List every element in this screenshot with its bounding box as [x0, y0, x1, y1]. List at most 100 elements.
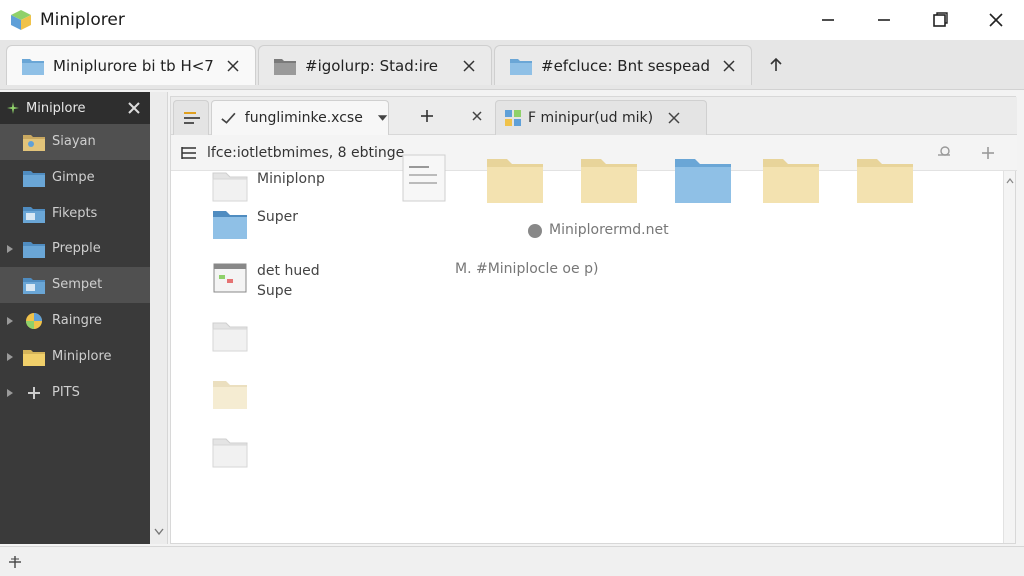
tab-3-close-button[interactable] — [715, 52, 743, 80]
folder-white-icon — [211, 319, 249, 353]
chevron-right-icon[interactable] — [6, 352, 14, 362]
view-summary: lfce:iotletbmimes, 8 ebtinge — [207, 145, 405, 161]
chevron-right-icon[interactable] — [6, 388, 14, 398]
folder-yellow-icon[interactable] — [855, 153, 915, 205]
folder-gray-icon — [274, 58, 296, 75]
folder-white-icon — [211, 435, 249, 469]
tab-3-label: #efcluce: Bnt sespead — [541, 56, 711, 75]
sidebar-item-7[interactable]: Miniplore — [0, 339, 150, 375]
sidebar-header: Miniplore — [0, 92, 150, 124]
caret-down-icon[interactable] — [377, 113, 388, 123]
add-button[interactable] — [975, 140, 1001, 166]
close-icon — [989, 13, 1003, 27]
folder-blue-icon — [510, 58, 532, 75]
layout-tab[interactable] — [173, 100, 209, 135]
sidebar-item-6[interactable]: Raingre — [0, 303, 150, 339]
arrow-up-icon — [770, 57, 782, 71]
restore-button[interactable] — [856, 0, 912, 40]
sidebar-item-4[interactable]: Prepple — [0, 231, 150, 267]
tab-1[interactable]: Miniplurore bi tb H<7 — [6, 45, 256, 85]
list-item-label: Super — [257, 209, 299, 225]
sidebar-item-2[interactable]: Gimpe — [0, 160, 150, 196]
tab-2-close-button[interactable] — [455, 52, 483, 80]
crosshair-icon[interactable] — [8, 555, 22, 569]
close-icon — [668, 112, 680, 124]
maximize-button[interactable] — [912, 0, 968, 40]
tab-3[interactable]: #efcluce: Bnt sespead — [494, 45, 752, 85]
app-window-icon — [211, 261, 249, 295]
title-bar: Miniplorer — [0, 0, 1024, 40]
sidebar-item-8[interactable]: PITS — [0, 375, 150, 411]
minimize-button[interactable] — [800, 0, 856, 40]
folder-blue-icon — [22, 239, 46, 259]
minimize-icon — [822, 19, 834, 21]
app-title: Miniplorer — [40, 10, 125, 30]
close-icon — [227, 59, 239, 72]
list-item[interactable] — [211, 377, 257, 411]
folder-white-icon — [211, 169, 249, 203]
tab-1-close-button[interactable] — [219, 52, 247, 80]
inner-tab-2-close-button[interactable] — [667, 111, 681, 125]
list-item[interactable]: Super — [211, 207, 298, 241]
sparkle-icon — [7, 102, 19, 114]
info-text: Miniplorermd.net — [549, 222, 669, 238]
sidebar-item-label: Sempet — [52, 277, 103, 293]
tab-bar: Miniplurore bi tb H<7 #igolurp: Stad:ire… — [0, 40, 1024, 90]
minimize-line-icon — [878, 19, 890, 21]
sidebar-item-label: Prepple — [52, 241, 101, 257]
vertical-scrollbar[interactable] — [1003, 171, 1015, 543]
list-item[interactable] — [211, 435, 257, 469]
folder-yellow-icon[interactable] — [579, 153, 639, 205]
sidebar: Miniplore Siayan Gimpe Fikepts Prepple Sempe… — [0, 92, 150, 544]
sidebar-item-1[interactable]: Siayan — [0, 124, 150, 160]
grid-icon — [505, 110, 521, 126]
content-pane: fungliminke.xcse F minipur(ud mik) lfce:… — [170, 96, 1017, 544]
list-item[interactable] — [211, 319, 257, 353]
close-inner-tab-button[interactable] — [463, 103, 491, 129]
tab-2[interactable]: #igolurp: Stad:ire — [258, 45, 492, 85]
chevron-up-icon[interactable] — [1006, 173, 1014, 189]
document-icon[interactable] — [399, 153, 449, 205]
folder-yellow-icon[interactable] — [761, 153, 821, 205]
folder-yellow-icon[interactable] — [485, 153, 545, 205]
list-item-label: det hued Supe — [257, 263, 320, 299]
plus-icon — [421, 110, 433, 122]
folder-blue-icon — [211, 207, 249, 241]
inner-tab-2-label: F minipur(ud mik) — [528, 110, 654, 126]
tab-2-label: #igolurp: Stad:ire — [305, 56, 439, 75]
app-cube-icon — [11, 10, 31, 30]
close-window-button[interactable] — [968, 0, 1024, 40]
inner-tab-2[interactable]: F minipur(ud mik) — [495, 100, 707, 135]
sidebar-item-label: Siayan — [52, 134, 96, 149]
inner-tab-1[interactable]: fungliminke.xcse — [211, 100, 389, 135]
close-icon[interactable] — [126, 100, 142, 116]
sidebar-item-3[interactable]: Fikepts — [0, 196, 150, 232]
folder-blue-icon — [22, 168, 46, 188]
status-bar — [0, 546, 1024, 576]
list-icon[interactable] — [181, 146, 197, 160]
image-folder-icon — [22, 275, 46, 295]
folder-yellow-icon — [22, 347, 46, 367]
new-tab-button[interactable] — [413, 103, 441, 129]
chevron-right-icon[interactable] — [6, 244, 14, 254]
list-item[interactable]: Miniplonp — [211, 169, 325, 203]
close-icon — [723, 59, 735, 72]
close-icon — [463, 59, 475, 72]
sidebar-scrollbar[interactable] — [150, 92, 168, 544]
list-item-label: Miniplonp — [257, 171, 325, 187]
list-item[interactable]: det hued Supe — [211, 261, 320, 301]
up-button[interactable] — [760, 50, 792, 80]
sidebar-title: Miniplore — [26, 100, 86, 116]
image-folder-icon — [22, 204, 46, 224]
folder-blue-icon[interactable] — [673, 153, 733, 205]
color-circle-icon — [22, 311, 46, 331]
chevron-down-icon[interactable] — [154, 528, 164, 536]
inner-tab-bar: fungliminke.xcse F minipur(ud mik) — [171, 97, 1017, 135]
sidebar-item-label: Raingre — [52, 312, 102, 328]
maximize-icon — [933, 12, 948, 27]
plus-icon — [982, 147, 994, 159]
chevron-right-icon[interactable] — [6, 316, 14, 326]
close-icon — [472, 111, 482, 121]
sidebar-item-5[interactable]: Sempet — [0, 267, 150, 303]
search-button[interactable] — [931, 140, 957, 166]
